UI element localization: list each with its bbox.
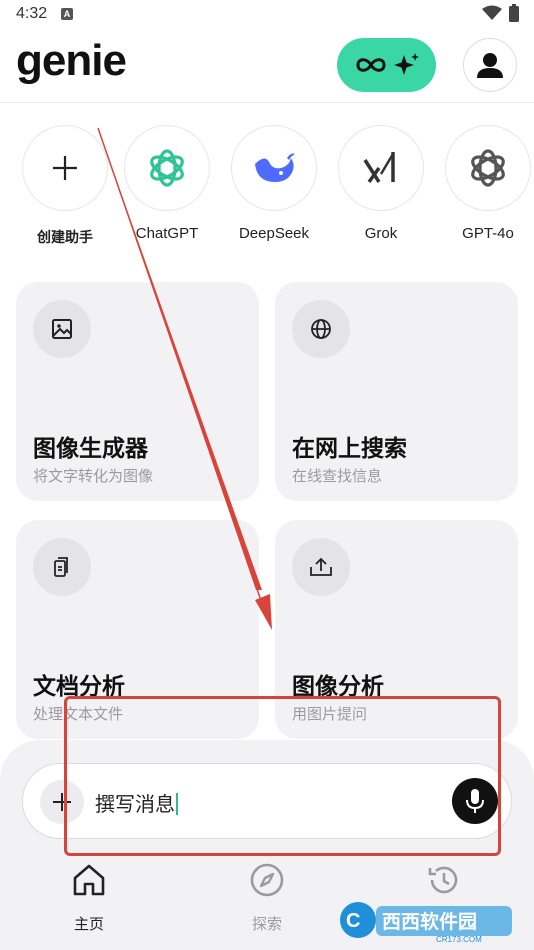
assistant-deepseek[interactable]: DeepSeek: [229, 125, 319, 242]
card-title: 图像分析: [292, 674, 384, 700]
profile-button[interactable]: [463, 38, 517, 92]
card-icon-wrap: [292, 300, 350, 358]
nav-label: 探索: [251, 915, 282, 933]
card-title: 图像生成器: [33, 436, 148, 462]
card-document-analysis[interactable]: 文档分析 处理文本文件: [16, 520, 259, 739]
assistant-gpt4o[interactable]: GPT-4o: [443, 125, 533, 242]
status-bar: 4:32 A: [0, 0, 534, 28]
user-icon: [477, 53, 503, 78]
assistant-row: 创建助手 ChatGPT DeepSeek Grok GPT-4o: [0, 125, 534, 250]
globe-icon: [311, 319, 331, 339]
deepseek-whale-icon: [255, 153, 295, 182]
assistant-label: DeepSeek: [238, 225, 310, 242]
voice-input-button[interactable]: [452, 778, 498, 824]
app-header: genie: [0, 28, 534, 103]
svg-text:C: C: [346, 910, 360, 932]
documents-icon: [54, 557, 68, 577]
assistant-chatgpt[interactable]: ChatGPT: [122, 125, 212, 242]
assistant-label: GPT-4o: [462, 225, 514, 242]
watermark-text: 西西软件园: [382, 910, 477, 933]
nav-home[interactable]: 主页: [44, 862, 134, 934]
create-assistant-button[interactable]: 创建助手: [20, 125, 110, 247]
infinity-icon: [355, 58, 386, 72]
plus-icon: [53, 793, 71, 811]
grok-icon: [363, 152, 395, 184]
card-title: 文档分析: [33, 674, 125, 700]
openai-icon: [471, 149, 505, 187]
status-time: 4:32: [16, 5, 48, 22]
history-icon: [428, 866, 458, 894]
notification-icon: A: [61, 8, 73, 20]
card-title: 在网上搜索: [292, 436, 407, 462]
assistant-circle: [124, 125, 210, 211]
message-input-text: 撰写消息: [95, 792, 175, 816]
upload-icon: [310, 557, 332, 576]
card-subtitle: 在线查找信息: [292, 467, 383, 485]
card-subtitle: 用图片提问: [292, 705, 368, 723]
battery-icon: [509, 4, 519, 22]
plus-icon: [53, 156, 77, 180]
attach-button[interactable]: [40, 780, 84, 824]
assistant-circle: [338, 125, 424, 211]
text-caret: [176, 793, 178, 815]
assistant-label: ChatGPT: [135, 225, 199, 242]
microphone-icon: [466, 789, 484, 813]
card-image-generator[interactable]: 图像生成器 将文字转化为图像: [16, 282, 259, 501]
sparkle-icon: [393, 53, 419, 75]
site-watermark: C 西西软件园 CR173.COM: [340, 902, 512, 944]
assistant-label: Grok: [364, 225, 398, 242]
card-icon-wrap: [33, 300, 91, 358]
card-web-search[interactable]: 在网上搜索 在线查找信息: [275, 282, 518, 501]
assistant-circle: [231, 125, 317, 211]
nav-explore[interactable]: 探索: [222, 862, 312, 934]
app-logo: genie: [16, 36, 127, 85]
card-image-analysis[interactable]: 图像分析 用图片提问: [275, 520, 518, 739]
assistant-label: 创建助手: [37, 230, 93, 246]
message-composer: 撰写消息: [22, 763, 512, 839]
card-subtitle: 将文字转化为图像: [33, 467, 154, 485]
card-icon-wrap: [33, 538, 91, 596]
watermark-subtext: CR173.COM: [436, 935, 482, 944]
wifi-icon: [482, 5, 502, 20]
card-subtitle: 处理文本文件: [33, 705, 124, 723]
assistant-grok[interactable]: Grok: [336, 125, 426, 242]
assistant-circle: [445, 125, 531, 211]
home-icon: [73, 864, 105, 896]
pro-upgrade-button[interactable]: [337, 38, 436, 92]
openai-icon: [150, 149, 184, 187]
compass-icon: [250, 863, 284, 897]
nav-label: 主页: [73, 915, 104, 933]
create-assistant-circle: [22, 125, 108, 211]
image-icon: [52, 319, 72, 339]
card-icon-wrap: [292, 538, 350, 596]
message-input[interactable]: 撰写消息: [95, 788, 178, 817]
